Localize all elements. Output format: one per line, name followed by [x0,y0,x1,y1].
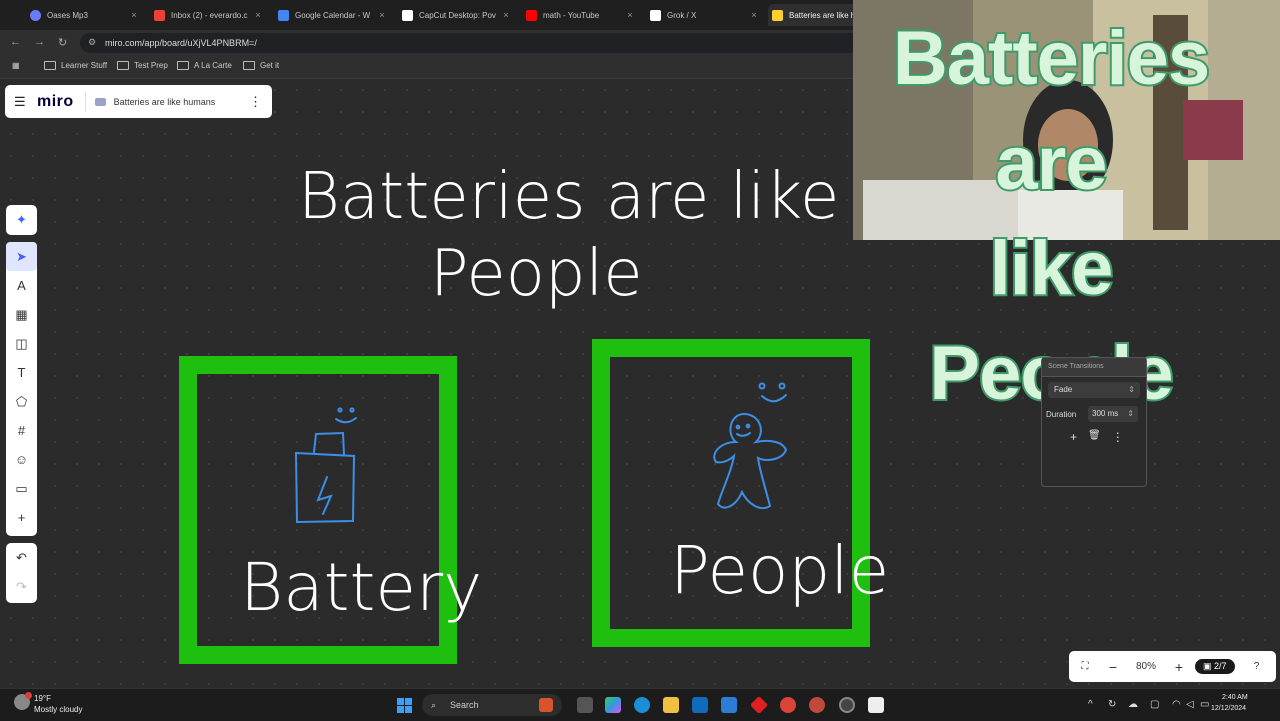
comment-tool-icon[interactable]: ▭ [6,474,37,503]
miro-board-header: ☰ miro Batteries are like humans ⋮ [5,85,272,118]
miro-logo[interactable]: miro [37,93,74,111]
duration-input[interactable]: 300 ms ⇕ [1088,406,1138,422]
undo-icon[interactable]: ↶ [6,543,37,572]
battery-label[interactable]: Battery [240,549,482,626]
search-label: Search [450,700,479,710]
shapes-tool-icon[interactable]: ⬠ [6,387,37,416]
more-tools-icon[interactable]: + [6,503,37,532]
duration-label: Duration [1046,410,1077,419]
board-name[interactable]: Batteries are like humans [114,97,216,107]
duration-value: 300 ms [1092,409,1119,418]
clock-date[interactable]: 12/12/2024 [1211,705,1246,712]
fit-to-screen-icon[interactable]: ⛶ [1069,661,1101,672]
windows-start-icon[interactable] [397,698,412,713]
page-count: 2/7 [1214,661,1227,671]
task-view-icon[interactable] [577,697,593,713]
volume-icon[interactable]: ◁ [1186,699,1194,710]
sticky-note-tool-icon[interactable]: ◫ [6,329,37,358]
search-highlight-icon [539,698,553,712]
obs-icon[interactable] [839,697,855,713]
history-toolbar: ↶ ↷ [6,543,37,603]
red-app-icon[interactable] [749,695,769,715]
pen-tool-icon[interactable]: A [6,271,37,300]
battery-icon[interactable]: ▭ [1200,699,1209,710]
transition-select[interactable]: Fade ⇕ [1048,382,1140,398]
select-arrows-icon: ⇕ [1128,385,1135,394]
overlay-line-1: Batteries [891,14,1212,103]
frames-icon: ▣ [1203,661,1215,671]
help-icon[interactable]: ? [1243,661,1271,672]
vpn-icon[interactable]: ▢ [1150,699,1159,710]
tray-overflow-icon[interactable]: ^ [1088,699,1093,710]
sync-icon[interactable]: ↻ [1108,699,1116,710]
zoom-in-icon[interactable]: + [1167,659,1191,675]
taskbar-search[interactable]: ⌕ Search [422,694,562,716]
scene-buttons: + 🗑 ⋮ [1070,430,1124,444]
weather-icon[interactable] [14,692,32,710]
text-tool-icon[interactable]: T [6,358,37,387]
wifi-icon[interactable]: ◠ [1172,699,1181,710]
ai-sparkle-icon[interactable]: ✦ [6,205,37,234]
windows-taskbar: 19°F Mostly cloudy ⌕ Search ^ ↻ ☁ ▢ ◠ ◁ … [0,688,1280,721]
menu-icon[interactable]: ☰ [14,94,26,110]
battery-doodle-icon[interactable] [294,407,357,524]
chrome-profile-icon[interactable] [809,697,825,713]
capcut-icon[interactable] [868,697,884,713]
frame-tool-icon[interactable]: # [6,416,37,445]
header-divider [84,91,86,112]
person-doodle-icon[interactable] [713,382,788,510]
zoom-bar: ⛶ − 80% + ▣ 2/7 ? [1069,651,1276,682]
stepper-arrows-icon[interactable]: ⇕ [1127,406,1134,422]
edge-icon[interactable] [634,697,650,713]
copilot-icon[interactable] [605,697,621,713]
people-label[interactable]: People [670,532,889,609]
ai-toolbar: ✦ [6,205,37,235]
weather-temperature[interactable]: 19°F [34,694,51,703]
mail-icon[interactable] [721,697,737,713]
overlay-line-2: are [993,119,1109,208]
store-icon[interactable] [692,697,708,713]
board-more-icon[interactable]: ⋮ [249,94,262,110]
scene-transitions-panel: Scene Transitions Fade ⇕ Duration 300 ms… [1041,357,1147,487]
templates-tool-icon[interactable]: ▦ [6,300,37,329]
board-title-line1[interactable]: Batteries are like [298,160,839,234]
redo-icon[interactable]: ↷ [6,572,37,601]
zoom-level[interactable]: 80% [1125,661,1167,672]
chrome-icon[interactable] [780,697,796,713]
page-indicator[interactable]: ▣ 2/7 [1195,659,1235,674]
select-tool-icon[interactable]: ➤ [6,242,37,271]
board-title-line2[interactable]: People [430,237,643,311]
cloud-icon[interactable]: ☁ [1128,699,1138,710]
scene-transitions-title: Scene Transitions [1042,358,1146,377]
weather-description[interactable]: Mostly cloudy [34,705,82,714]
creation-toolbar: ➤ A ▦ ◫ T ⬠ # ☺ ▭ + [6,242,37,536]
board-icon [94,97,106,106]
delete-transition-icon[interactable]: 🗑 [1088,430,1101,444]
transition-value: Fade [1054,385,1073,394]
clock-time[interactable]: 2:40 AM [1222,694,1248,701]
stickers-tool-icon[interactable]: ☺ [6,445,37,474]
search-icon: ⌕ [431,700,437,710]
zoom-out-icon[interactable]: − [1101,659,1125,675]
transition-more-icon[interactable]: ⋮ [1112,430,1124,444]
add-transition-icon[interactable]: + [1070,430,1077,444]
file-explorer-icon[interactable] [663,697,679,713]
